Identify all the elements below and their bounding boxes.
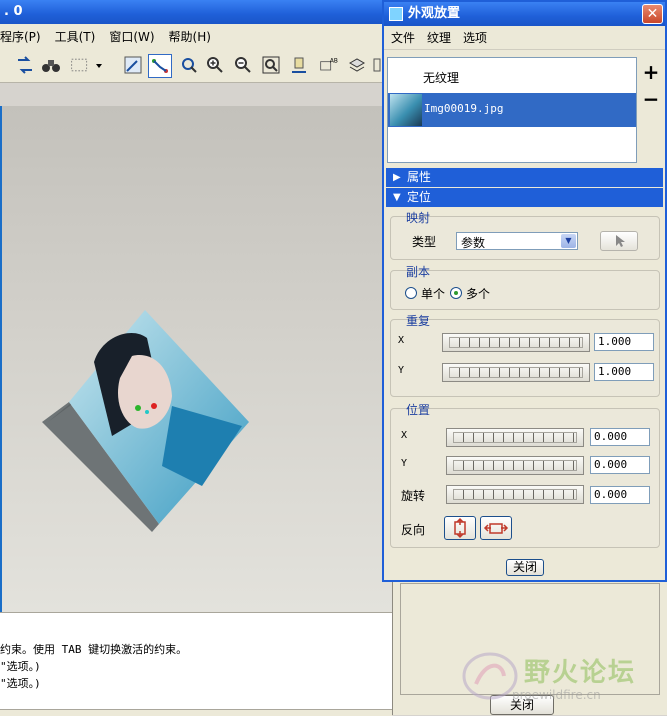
position-x-input[interactable]: 0.000 [590, 428, 650, 446]
repaint-icon[interactable] [122, 54, 144, 76]
texture-thumbnail [390, 94, 422, 126]
orient-icon[interactable] [178, 54, 200, 76]
textured-cube-model[interactable] [2, 106, 392, 612]
texture-list-item-none[interactable]: 无纹理 [388, 60, 636, 94]
repeat-x-slider[interactable] [442, 333, 590, 352]
remove-texture-button[interactable]: − [639, 88, 663, 110]
position-y-label: Y [401, 458, 408, 469]
zoom-out-icon[interactable] [232, 54, 254, 76]
saved-views-icon[interactable]: AB [316, 54, 342, 76]
flip-horizontal-icon [483, 523, 509, 534]
zoom-in-icon[interactable] [204, 54, 226, 76]
layers-icon[interactable] [346, 54, 368, 76]
position-x-label: X [401, 430, 408, 441]
svg-text:AB: AB [330, 59, 338, 65]
section-placement[interactable]: ▼ 定位 [386, 188, 663, 207]
repeat-x-input[interactable]: 1.000 [594, 333, 654, 351]
watermark-url: proewildfire.cn [512, 688, 601, 702]
copies-group-label: 副本 [406, 265, 431, 279]
view-orient-icon[interactable] [288, 54, 310, 76]
spin-center-green-marker [135, 405, 141, 411]
texture-item-label: Img00019.jpg [424, 102, 504, 115]
mapping-type-select[interactable]: 参数 ▼ [456, 232, 578, 250]
main-window-titlebar: . 0 [0, 0, 390, 24]
appearance-placement-dialog: 外观放置 ✕ 文件 纹理 选项 无纹理 Img00019.jpg + − ▶ 属… [382, 0, 667, 582]
expand-arrow-icon: ▶ [393, 172, 401, 183]
main-toolbar: AB [0, 48, 385, 83]
rotate-slider[interactable] [446, 485, 584, 504]
rotate-input[interactable]: 0.000 [590, 486, 650, 504]
message-line: "选项。) [0, 677, 41, 690]
add-texture-button[interactable]: + [639, 61, 663, 83]
reverse-horizontal-button[interactable] [480, 516, 512, 540]
repeat-y-input[interactable]: 1.000 [594, 363, 654, 381]
cursor-arrow-icon [616, 235, 625, 247]
spin-center-red-marker [151, 403, 157, 409]
section-properties[interactable]: ▶ 属性 [386, 168, 663, 187]
copies-multiple-label: 多个 [466, 287, 491, 301]
repeat-group [390, 319, 660, 397]
dialog-app-icon [389, 7, 403, 21]
dialog-menu-options[interactable]: 选项 [463, 29, 487, 46]
position-x-slider[interactable] [446, 428, 584, 447]
watermark: 野火论坛 proewildfire.cn [458, 650, 663, 706]
message-line: "选项。) [0, 660, 41, 673]
copies-single-radio[interactable] [405, 287, 417, 299]
dialog-titlebar[interactable]: 外观放置 ✕ [384, 2, 665, 26]
copies-single-label: 单个 [421, 287, 446, 301]
menu-help[interactable]: 帮助(H) [169, 28, 211, 45]
dialog-close-x-icon[interactable]: ✕ [642, 4, 663, 24]
repeat-y-slider[interactable] [442, 363, 590, 382]
section-properties-label: 属性 [407, 170, 432, 184]
repeat-x-label: X [398, 335, 405, 346]
reverse-vertical-button[interactable] [444, 516, 476, 540]
selection-box-icon[interactable] [66, 54, 94, 76]
rotate-label: 旋转 [401, 489, 426, 503]
section-placement-label: 定位 [407, 190, 432, 204]
zoom-fit-icon[interactable] [260, 54, 282, 76]
mapping-type-label: 类型 [412, 235, 437, 249]
reverse-label: 反向 [401, 523, 426, 537]
collapse-arrow-icon: ▼ [393, 192, 401, 203]
dialog-menu-file[interactable]: 文件 [391, 29, 415, 46]
menu-tools[interactable]: 工具(T) [55, 28, 96, 45]
main-window-title: . 0 [4, 4, 23, 19]
repeat-group-label: 重复 [406, 314, 431, 328]
refit-icon[interactable] [14, 54, 36, 76]
menu-window[interactable]: 窗口(W) [109, 28, 154, 45]
dialog-menubar: 文件 纹理 选项 [384, 26, 665, 50]
mapping-group-label: 映射 [406, 211, 431, 225]
mapping-type-value: 参数 [461, 236, 486, 250]
select-surface-button[interactable] [600, 231, 638, 251]
dialog-title: 外观放置 [408, 6, 461, 21]
position-y-slider[interactable] [446, 456, 584, 475]
graphics-viewport[interactable] [0, 106, 392, 612]
texture-item-label: 无纹理 [423, 71, 460, 85]
position-y-input[interactable]: 0.000 [590, 456, 650, 474]
flip-vertical-icon [454, 517, 466, 539]
repeat-y-label: Y [398, 365, 405, 376]
spin-center-cyan-marker [145, 410, 149, 414]
chevron-down-icon[interactable]: ▼ [561, 234, 576, 248]
dialog-close-button[interactable]: 关闭 [506, 559, 544, 576]
binoculars-icon[interactable] [40, 54, 62, 76]
more-toolbar-icon[interactable] [372, 54, 382, 76]
main-menubar: 程序(P) 工具(T) 窗口(W) 帮助(H) [0, 24, 385, 48]
message-area: 约束。使用 TAB 键切换激活的约束。 "选项。) "选项。) [0, 612, 392, 710]
texture-list-item-image[interactable]: Img00019.jpg [388, 93, 636, 127]
copies-multiple-radio[interactable] [450, 287, 462, 299]
menu-program[interactable]: 程序(P) [0, 28, 41, 45]
watermark-text: 野火论坛 [524, 658, 637, 688]
dropdown-arrow-icon[interactable] [94, 54, 104, 76]
position-group-label: 位置 [406, 403, 431, 417]
spin-center-icon[interactable] [148, 54, 172, 78]
message-line: 约束。使用 TAB 键切换激活的约束。 [0, 643, 188, 656]
texture-list[interactable]: 无纹理 Img00019.jpg [387, 57, 637, 163]
dialog-menu-texture[interactable]: 纹理 [427, 29, 451, 46]
